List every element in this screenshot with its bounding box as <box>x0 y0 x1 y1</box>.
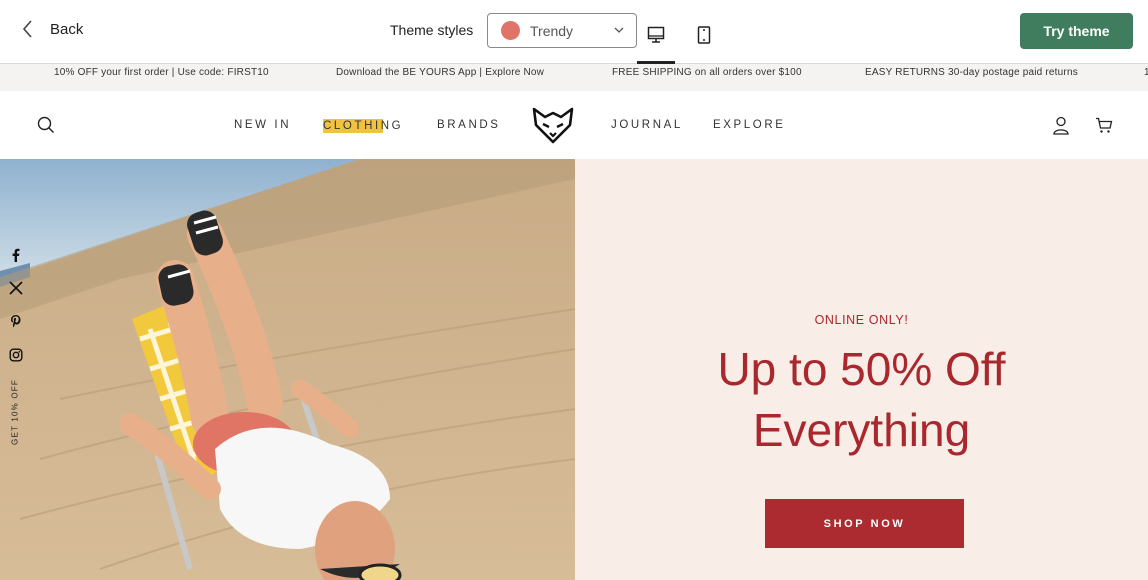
try-theme-button[interactable]: Try theme <box>1020 13 1133 49</box>
nav-brands[interactable]: BRANDS <box>437 119 501 131</box>
theme-styles-label: Theme styles <box>390 22 474 38</box>
x-icon[interactable] <box>9 281 23 295</box>
chevron-left-icon <box>22 20 32 38</box>
announcement-item[interactable]: EASY RETURNS 30-day postage paid returns <box>865 67 1078 78</box>
back-button[interactable]: Back <box>20 18 83 40</box>
desktop-preview-button[interactable] <box>637 20 675 64</box>
cart-icon[interactable] <box>1095 117 1113 134</box>
announcement-item[interactable]: Download the BE YOURS App | Explore Now <box>336 67 544 78</box>
instagram-icon[interactable] <box>9 348 23 362</box>
store-header: NEW IN CLOTHING BRANDS JOURNAL EXPLORE <box>0 91 1148 159</box>
nav-explore[interactable]: EXPLORE <box>713 119 786 131</box>
desktop-icon <box>647 26 665 43</box>
hero-headline-line2: Everything <box>752 404 971 456</box>
hero-headline-line1: Up to 50% Off <box>717 343 1006 395</box>
tablet-icon <box>697 26 711 44</box>
search-icon[interactable] <box>37 116 55 134</box>
tablet-preview-button[interactable] <box>685 20 723 64</box>
get-discount-tab[interactable]: GET 10% OFF <box>11 379 20 445</box>
hero-image <box>0 159 575 580</box>
theme-color-swatch <box>501 21 520 40</box>
announcement-item[interactable]: 1 <box>1144 67 1148 78</box>
chevron-down-icon <box>614 27 624 33</box>
announcement-bar: 10% OFF your first order | Use code: FIR… <box>0 64 1148 91</box>
nav-new-in[interactable]: NEW IN <box>234 119 291 131</box>
theme-style-select[interactable]: Trendy <box>487 13 637 48</box>
pinterest-icon[interactable] <box>9 314 23 328</box>
account-icon[interactable] <box>1052 116 1070 135</box>
hero-promo-panel: ONLINE ONLY! Up to 50% Off Everything SH… <box>575 159 1148 580</box>
announcement-item[interactable]: 10% OFF your first order | Use code: FIR… <box>54 67 269 78</box>
editor-toolbar: Back Theme styles Trendy Try theme <box>0 0 1148 64</box>
nav-journal[interactable]: JOURNAL <box>611 119 683 131</box>
announcement-item[interactable]: FREE SHIPPING on all orders over $100 <box>612 67 802 78</box>
facebook-icon[interactable] <box>9 248 23 262</box>
theme-select-value: Trendy <box>530 22 574 39</box>
hero-eyebrow: ONLINE ONLY! <box>814 313 909 327</box>
shop-now-button[interactable]: SHOP NOW <box>765 499 964 548</box>
nav-clothing[interactable]: CLOTHING <box>323 119 404 133</box>
fox-logo-icon[interactable] <box>531 105 575 145</box>
back-label: Back <box>50 20 84 38</box>
hero-headline: Up to 50% Off Everything <box>575 339 1148 461</box>
